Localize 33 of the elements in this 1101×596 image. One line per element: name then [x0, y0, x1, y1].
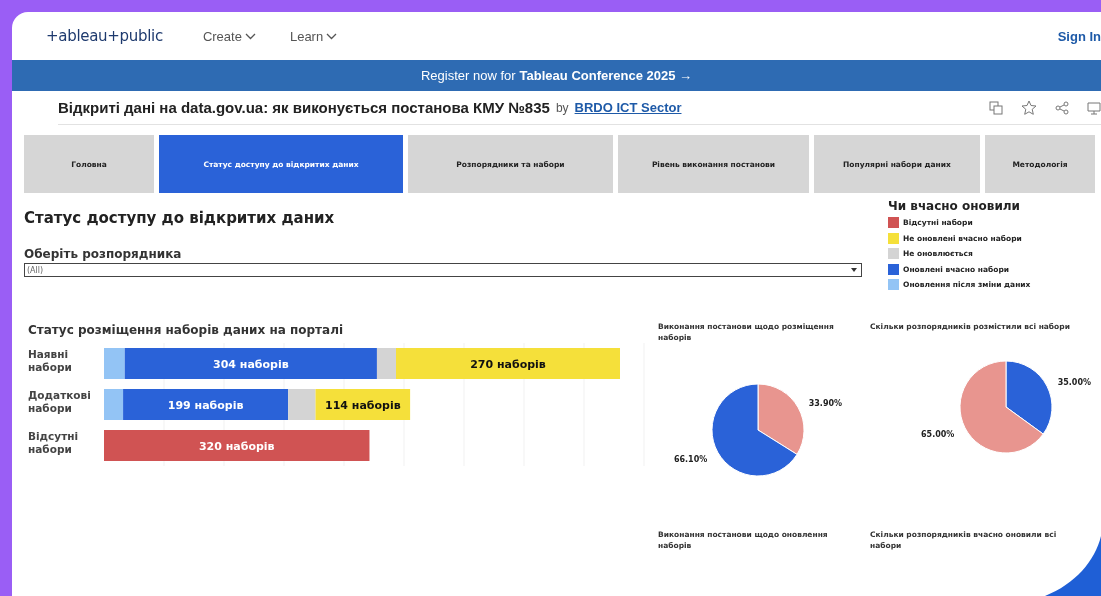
pie-value-label: 65.00%: [921, 429, 955, 439]
sign-in-link[interactable]: Sign In: [1057, 28, 1101, 44]
logo[interactable]: +ableau+public: [46, 27, 163, 45]
star-icon[interactable]: [1021, 99, 1037, 116]
share-icon[interactable]: [1055, 100, 1069, 115]
legend-title: Чи вчасно оновили: [888, 199, 1022, 213]
by-text: by: [555, 100, 569, 115]
nav-menu[interactable]: Learn: [289, 28, 338, 44]
author-link[interactable]: BRDO ICT Sector: [574, 100, 682, 115]
viz-title: Відкриті дані на data.gov.ua: як виконується постанова КМУ №835: [58, 99, 550, 116]
pie-value-label: 66.10%: [673, 454, 708, 464]
category-label: Відсутні набори: [28, 429, 80, 457]
bar-value-label: 304 наборів: [213, 357, 289, 371]
filter-dropdown[interactable]: (All): [24, 263, 862, 277]
copy-icon[interactable]: [989, 100, 1003, 115]
corner-decoration: [1045, 536, 1101, 596]
chevron-icon: [244, 32, 256, 40]
bar-value-label: 114 наборів: [325, 398, 401, 412]
category-label: Додаткові набори: [28, 388, 88, 416]
category-label: Наявні набори: [28, 347, 73, 375]
banner-text: Register now for: [420, 68, 516, 83]
bar-value-label: 270 наборів: [470, 357, 546, 371]
dropdown-arrow-icon: [851, 268, 857, 272]
chart-title: Статус розміщення наборів даних на порталі: [28, 322, 345, 337]
pie-value-label: 35.00%: [1057, 377, 1091, 387]
chevron-icon: [326, 32, 338, 40]
filter-label: Оберіть розпорядника: [24, 247, 183, 261]
banner-link[interactable]: Tableau Conference 2025 →: [519, 68, 693, 83]
page-heading: Статус доступу до відкритих даних: [24, 209, 336, 227]
bar-value-label: 199 наборів: [167, 398, 244, 412]
pie-value-label: 33.90%: [808, 398, 843, 408]
bar-value-label: 320 наборів: [198, 439, 275, 453]
nav-menu[interactable]: Create: [202, 28, 256, 44]
